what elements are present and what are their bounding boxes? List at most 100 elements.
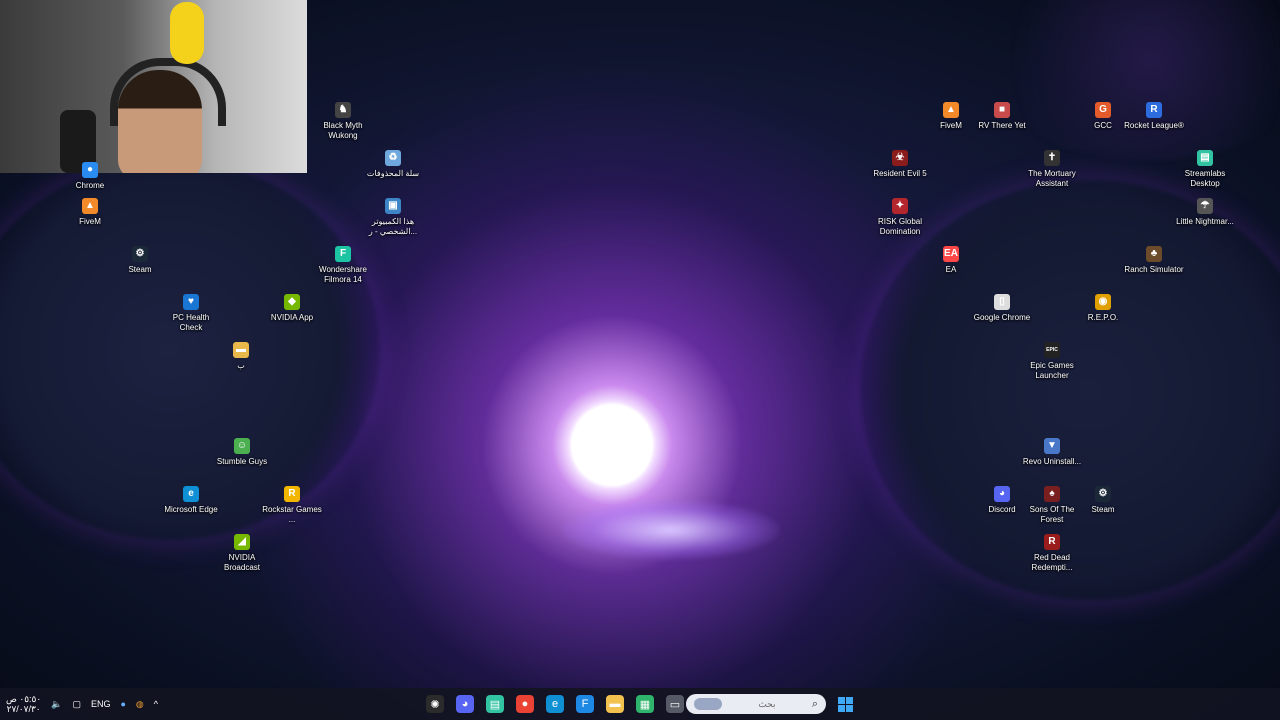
desktop-icon-label: Rockstar Games ... [262, 505, 322, 524]
desktop-icon-ranch-sim[interactable]: ♣ Ranch Simulator [1124, 246, 1184, 275]
person-avatar [118, 70, 202, 173]
clock[interactable]: ٠٥:٥٠ ص ٢٧/٠٧/٣٠ [6, 694, 41, 714]
desktop-icon-steam-right[interactable]: ⚙ Steam [1073, 486, 1133, 515]
desktop-icon-label: Discord [988, 505, 1016, 514]
tray-app-icon[interactable]: ◍ [136, 699, 144, 710]
steam-right-icon: ⚙ [1095, 486, 1111, 502]
desktop-icon-label: Steam [128, 265, 152, 274]
fivem-right-icon: ▲ [943, 102, 959, 118]
pc-health-icon: ♥ [183, 294, 199, 310]
desktop-icon-label: RISK Global Domination [877, 217, 923, 236]
stumble-icon: ☺ [234, 438, 250, 454]
desktop-icon-label: Steam [1091, 505, 1115, 514]
network-icon[interactable]: ▢ [72, 699, 81, 710]
mortuary-icon: ✝ [1044, 150, 1060, 166]
desktop-icon-label: Stumble Guys [216, 457, 268, 466]
little-nightmares-icon: ☂ [1197, 198, 1213, 214]
nvidia-broadcast-icon: ◢ [234, 534, 250, 550]
clock-date: ٢٧/٠٧/٣٠ [6, 704, 41, 714]
language-indicator[interactable]: ENG [91, 699, 111, 709]
desktop-icon-rockstar[interactable]: R Rockstar Games ... [262, 486, 322, 525]
desktop-icon-revo[interactable]: ▼ Revo Uninstall... [1022, 438, 1082, 467]
desktop-icon-steam-left[interactable]: ⚙ Steam [110, 246, 170, 275]
desktop-icon-this-pc[interactable]: ▣ هذا الكمبيوتر الشخصي - ر... [363, 198, 423, 237]
taskbar-chrome-button[interactable]: ● [514, 693, 536, 715]
taskbar-steelseries-button[interactable]: ✺ [424, 693, 446, 715]
desktop-icon-chrome-left[interactable]: ● Chrome [60, 162, 120, 191]
desktop-icon-google-chrome[interactable]: ▯ Google Chrome [972, 294, 1032, 323]
desktop-icon-black-myth[interactable]: ♞ Black Myth Wukong [313, 102, 373, 141]
discord-icon: ◕ [994, 486, 1010, 502]
search-placeholder: بحث [758, 698, 776, 709]
chrome-icon: ● [516, 695, 534, 713]
wallpaper-cloud [980, 0, 1280, 160]
desktop-icon-streamlabs[interactable]: ▤ Streamlabs Desktop [1175, 150, 1235, 189]
google-chrome-icon: ▯ [994, 294, 1010, 310]
desktop-icon-filmora[interactable]: F Wondershare Filmora 14 [313, 246, 373, 285]
widgets-icon: ▦ [636, 695, 654, 713]
desktop-icon-label: EA [945, 265, 957, 274]
wallpaper-cloud [560, 500, 780, 560]
desktop-icon-edge[interactable]: e Microsoft Edge [161, 486, 221, 515]
desktop-icon-label: Black Myth Wukong [323, 121, 363, 140]
start-button[interactable] [834, 693, 856, 715]
desktop-icon-label: FiveM [940, 121, 962, 130]
chrome-left-icon: ● [82, 162, 98, 178]
desktop-icon-label: R.E.P.O. [1087, 313, 1119, 322]
edge-icon: e [183, 486, 199, 502]
taskbar-filmora-button[interactable]: F [574, 693, 596, 715]
taskbar-edge-button[interactable]: e [544, 693, 566, 715]
taskbar-widgets-button[interactable]: ▦ [634, 693, 656, 715]
desktop-icon-rocket-league[interactable]: R Rocket League® [1124, 102, 1184, 131]
desktop-icon-label: PC Health Check [172, 313, 210, 332]
gcc-icon: G [1095, 102, 1111, 118]
repo-icon: ◉ [1095, 294, 1111, 310]
desktop-icon-label: NVIDIA App [270, 313, 314, 322]
desktop-icon-recycle[interactable]: ♻ سلة المحذوفات [363, 150, 423, 179]
desktop-icon-red-dead[interactable]: R Red Dead Redempti... [1022, 534, 1082, 573]
desktop-icon-ea[interactable]: EA EA [921, 246, 981, 275]
desktop-icon-rv-there-yet[interactable]: ■ RV There Yet [972, 102, 1032, 131]
desktop-icon-resident-evil[interactable]: ☣ Resident Evil 5 [870, 150, 930, 179]
search-box[interactable]: بحث ⌕ [686, 694, 826, 714]
taskbar-discord-button[interactable]: ◕ [454, 693, 476, 715]
streamlabs-icon: ▤ [1197, 150, 1213, 166]
desktop-icon-label: Red Dead Redempti... [1031, 553, 1073, 572]
desktop-icon-label: Ranch Simulator [1124, 265, 1184, 274]
streamlabs-icon: ▤ [486, 695, 504, 713]
rv-there-yet-icon: ■ [994, 102, 1010, 118]
desktop-icon-pc-health[interactable]: ♥ PC Health Check [161, 294, 221, 333]
this-pc-icon: ▣ [385, 198, 401, 214]
chevron-up-icon[interactable]: ^ [154, 699, 158, 709]
taskbar-streamlabs-button[interactable]: ▤ [484, 693, 506, 715]
desktop-icon-little-nightmares[interactable]: ☂ Little Nightmar... [1175, 198, 1235, 227]
clock-time: ٠٥:٥٠ ص [6, 694, 42, 704]
desktop-icon-epic[interactable]: EPIC Epic Games Launcher [1022, 342, 1082, 381]
filmora-icon: F [335, 246, 351, 262]
filmora-icon: F [576, 695, 594, 713]
desktop-icon-nvidia-broadcast[interactable]: ◢ NVIDIA Broadcast [212, 534, 272, 573]
steam-left-icon: ⚙ [132, 246, 148, 262]
desktop-icon-label: Resident Evil 5 [873, 169, 927, 178]
desktop-icon-nvidia-app[interactable]: ◆ NVIDIA App [262, 294, 322, 323]
banana-plush-icon [170, 2, 204, 64]
taskbar-explorer-button[interactable]: ▬ [604, 693, 626, 715]
edge-icon: e [546, 695, 564, 713]
task-view-icon: ▭ [666, 695, 684, 713]
desktop-icon-stumble[interactable]: ☺ Stumble Guys [212, 438, 272, 467]
desktop-icon-label: ب [237, 361, 245, 370]
microphone-icon[interactable]: ● [120, 699, 125, 709]
volume-icon[interactable]: 🔈 [51, 699, 62, 710]
taskbar-task-view-button[interactable]: ▭ [664, 693, 686, 715]
desktop-icon-mortuary[interactable]: ✝ The Mortuary Assistant [1022, 150, 1082, 189]
desktop-icon-folder-b[interactable]: ▬ ب [211, 342, 271, 371]
desktop-icon-label: NVIDIA Broadcast [223, 553, 261, 572]
desktop-icon-repo[interactable]: ◉ R.E.P.O. [1073, 294, 1133, 323]
desktop-icon-label: هذا الكمبيوتر الشخصي - ر... [368, 217, 418, 236]
desktop-icon-risk[interactable]: ✦ RISK Global Domination [870, 198, 930, 237]
desktop-icon-fivem-left[interactable]: ▲ FiveM [60, 198, 120, 227]
steelseries-icon: ✺ [426, 695, 444, 713]
ea-icon: EA [943, 246, 959, 262]
taskbar: ٠٥:٥٠ ص ٢٧/٠٧/٣٠ 🔈 ▢ ENG ● ◍ ^ ✺ ◕ ▤ ● e F ▬ ▦ ▭… [0, 688, 1280, 720]
desktop-icon-label: FiveM [79, 217, 101, 226]
